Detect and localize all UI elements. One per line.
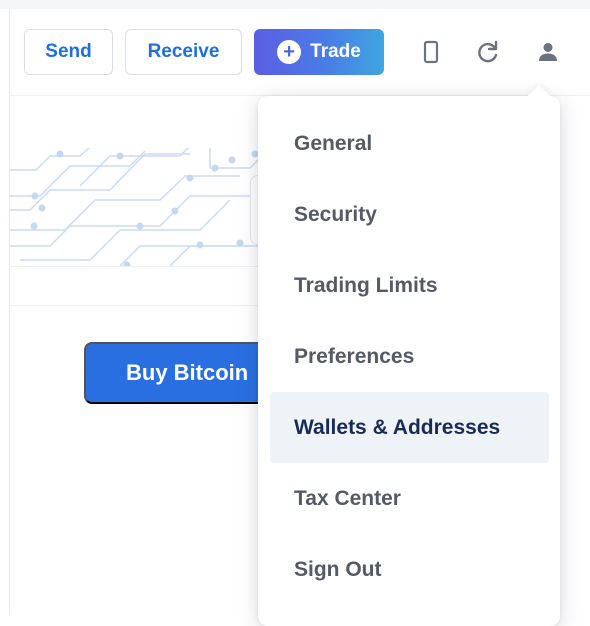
menu-item-security[interactable]: Security: [270, 179, 549, 250]
send-button[interactable]: Send: [24, 29, 113, 75]
top-strip: [0, 0, 590, 9]
section-divider: [10, 305, 270, 306]
menu-item-preferences[interactable]: Preferences: [270, 321, 549, 392]
menu-item-trading-limits[interactable]: Trading Limits: [270, 250, 549, 321]
refresh-icon[interactable]: [475, 39, 501, 65]
circuit-illustration: [10, 148, 270, 266]
trade-button[interactable]: + Trade: [254, 29, 384, 75]
page-left-border: [9, 9, 10, 615]
menu-item-wallets-addresses[interactable]: Wallets & Addresses: [270, 392, 549, 463]
mobile-phone-icon[interactable]: [418, 39, 444, 65]
receive-button[interactable]: Receive: [125, 29, 242, 75]
buy-bitcoin-button[interactable]: Buy Bitcoin: [84, 342, 284, 404]
user-icon[interactable]: [535, 39, 561, 65]
menu-item-tax-center[interactable]: Tax Center: [270, 463, 549, 534]
section-divider: [10, 266, 270, 267]
trade-button-label: Trade: [310, 41, 361, 62]
menu-item-sign-out[interactable]: Sign Out: [270, 534, 549, 605]
plus-circle-icon: +: [277, 40, 302, 64]
menu-item-general[interactable]: General: [270, 108, 549, 179]
